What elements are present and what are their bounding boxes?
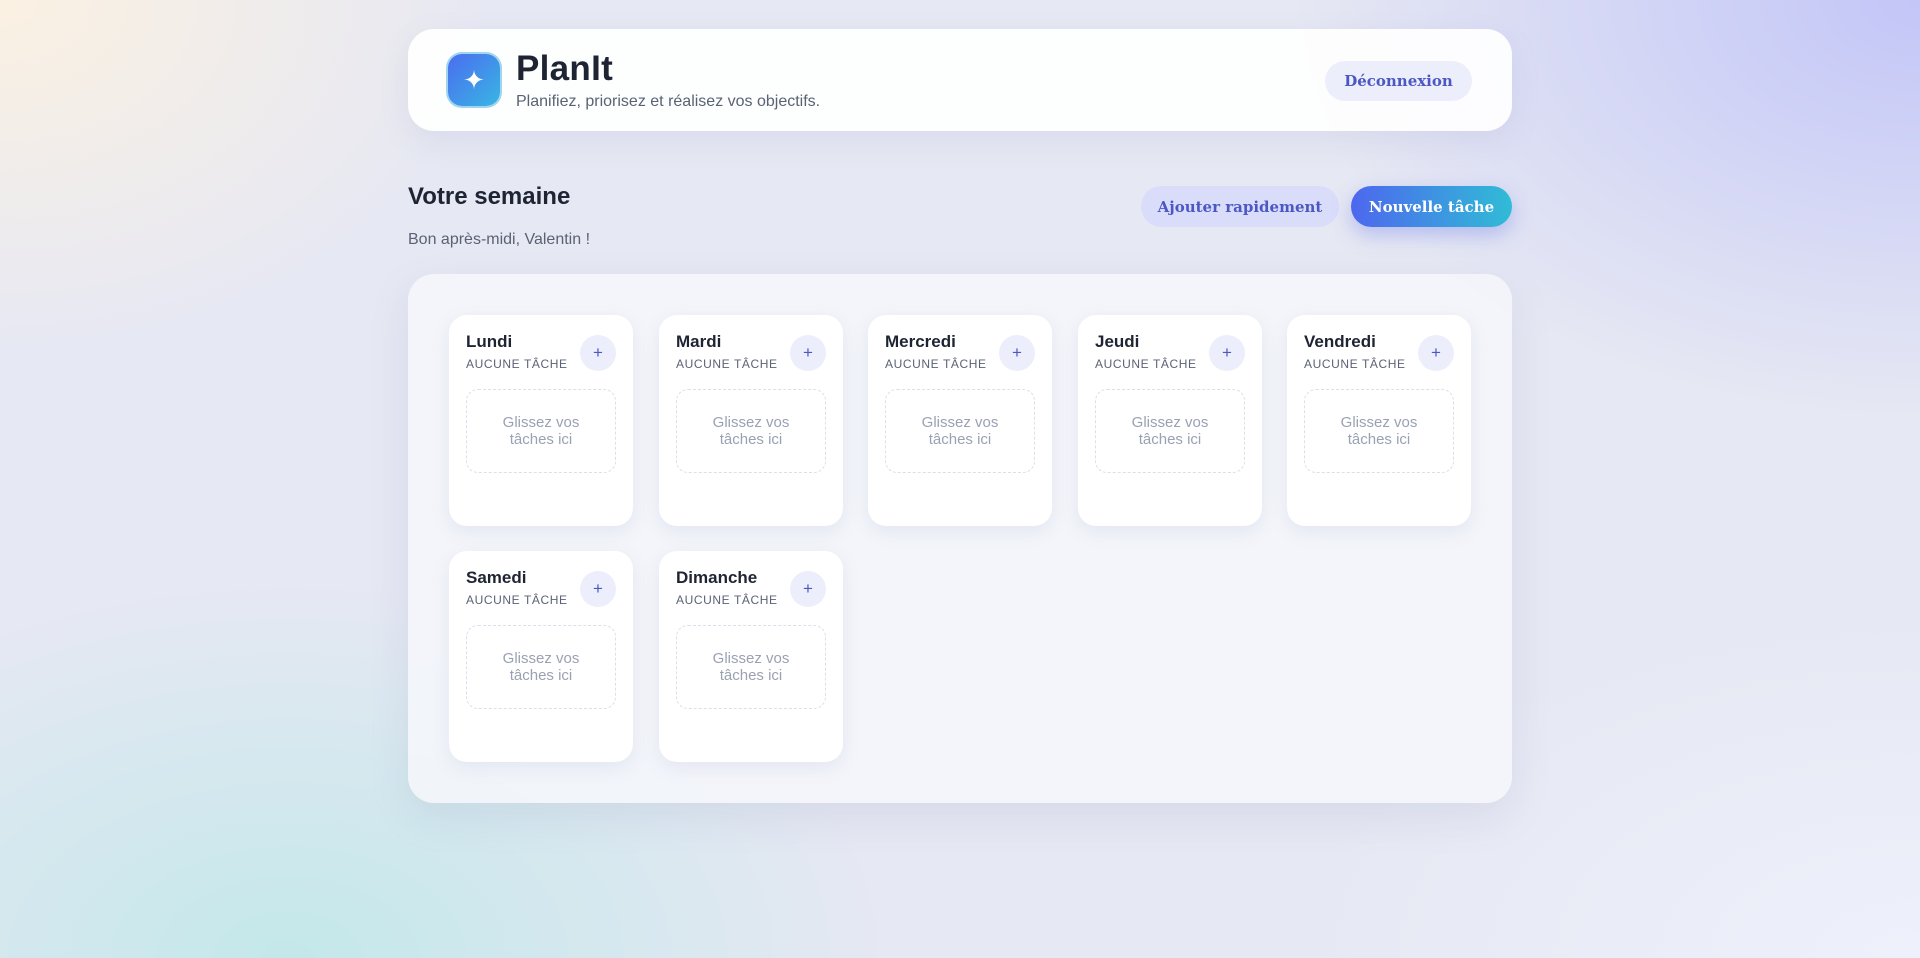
day-name: Mercredi <box>885 332 956 351</box>
add-task-button[interactable]: + <box>999 335 1035 371</box>
add-task-button[interactable]: + <box>1418 335 1454 371</box>
app-subtitle: Planifiez, priorisez et réalisez vos obj… <box>516 93 821 110</box>
quick-add-button[interactable]: Ajouter rapidement <box>1141 186 1339 227</box>
week-board: Lundi AUCUNE TÂCHE + Glissez vos tâches … <box>408 274 1512 803</box>
day-card-lundi: Lundi AUCUNE TÂCHE + Glissez vos tâches … <box>449 315 633 526</box>
new-task-button[interactable]: Nouvelle tâche <box>1351 186 1512 227</box>
add-task-button[interactable]: + <box>1209 335 1245 371</box>
task-dropzone[interactable]: Glissez vos tâches ici <box>676 389 826 473</box>
day-name: Mardi <box>676 332 722 351</box>
task-dropzone[interactable]: Glissez vos tâches ici <box>466 625 616 709</box>
task-dropzone[interactable]: Glissez vos tâches ici <box>1304 389 1454 473</box>
day-name: Dimanche <box>676 568 758 587</box>
task-dropzone[interactable]: Glissez vos tâches ici <box>885 389 1035 473</box>
day-card-samedi: Samedi AUCUNE TÂCHE + Glissez vos tâches… <box>449 551 633 762</box>
day-task-count: AUCUNE TÂCHE <box>466 593 568 607</box>
page-title: Votre semaine <box>408 183 571 210</box>
day-card-mercredi: Mercredi AUCUNE TÂCHE + Glissez vos tâch… <box>868 315 1052 526</box>
app-title: PlanIt <box>516 49 614 88</box>
add-task-button[interactable]: + <box>790 335 826 371</box>
logout-button[interactable]: Déconnexion <box>1325 61 1472 101</box>
task-dropzone[interactable]: Glissez vos tâches ici <box>1095 389 1245 473</box>
day-name: Jeudi <box>1095 332 1140 351</box>
sparkle-icon: ✦ <box>448 54 500 106</box>
day-task-count: AUCUNE TÂCHE <box>1304 357 1406 371</box>
logo-glyph: ✦ <box>463 64 485 95</box>
day-name: Vendredi <box>1304 332 1376 351</box>
day-name: Lundi <box>466 332 513 351</box>
greeting-text: Bon après-midi, Valentin ! <box>408 231 591 248</box>
app-header: ✦ PlanIt Planifiez, priorisez et réalise… <box>408 29 1512 131</box>
day-name: Samedi <box>466 568 527 587</box>
day-task-count: AUCUNE TÂCHE <box>676 357 778 371</box>
day-task-count: AUCUNE TÂCHE <box>466 357 568 371</box>
add-task-button[interactable]: + <box>580 335 616 371</box>
day-card-mardi: Mardi AUCUNE TÂCHE + Glissez vos tâches … <box>659 315 843 526</box>
task-dropzone[interactable]: Glissez vos tâches ici <box>676 625 826 709</box>
day-card-jeudi: Jeudi AUCUNE TÂCHE + Glissez vos tâches … <box>1078 315 1262 526</box>
day-task-count: AUCUNE TÂCHE <box>676 593 778 607</box>
day-task-count: AUCUNE TÂCHE <box>1095 357 1197 371</box>
add-task-button[interactable]: + <box>580 571 616 607</box>
add-task-button[interactable]: + <box>790 571 826 607</box>
day-card-vendredi: Vendredi AUCUNE TÂCHE + Glissez vos tâch… <box>1287 315 1471 526</box>
day-card-dimanche: Dimanche AUCUNE TÂCHE + Glissez vos tâch… <box>659 551 843 762</box>
day-task-count: AUCUNE TÂCHE <box>885 357 987 371</box>
task-dropzone[interactable]: Glissez vos tâches ici <box>466 389 616 473</box>
